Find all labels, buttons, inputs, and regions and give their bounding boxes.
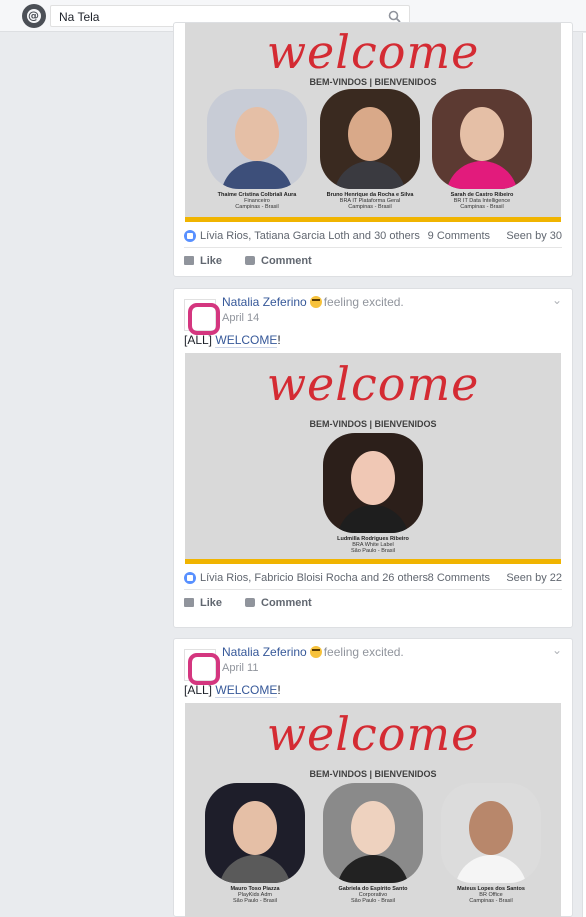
welcome-hashtag-link[interactable]: WELCOME xyxy=(215,333,278,348)
post-header: Natalia Zeferino feeling excited. April 1… xyxy=(174,289,572,335)
person-photo xyxy=(432,89,532,189)
person-card: Bruno Henrique da Rocha e Silva BRA IT P… xyxy=(320,89,420,210)
thumbs-up-icon xyxy=(184,256,194,265)
comment-label: Comment xyxy=(261,597,312,609)
post-actions: Like Comment xyxy=(184,590,562,614)
welcome-subtitle: BEM-VINDOS | BIENVENIDOS xyxy=(309,419,437,429)
person-photo xyxy=(207,89,307,189)
like-label: Like xyxy=(200,255,223,267)
person-location: Campinas - Brasil xyxy=(235,204,279,210)
person-photo xyxy=(205,783,305,883)
comments-count-link[interactable]: 8 Comments xyxy=(428,572,490,584)
post-text: [ALL] WELCOME! xyxy=(174,333,572,353)
person-location: São Paulo - Brasil xyxy=(350,548,396,554)
welcome-image[interactable]: welcome BEM-VINDOS | BIENVENIDOS Ludmill… xyxy=(185,353,561,564)
text-suffix: ! xyxy=(277,683,281,697)
author-name-link[interactable]: Natalia Zeferino xyxy=(222,295,307,309)
person-photo xyxy=(441,783,541,883)
person-location: São Paulo - Brasil xyxy=(350,898,396,904)
welcome-subtitle: BEM-VINDOS | BIENVENIDOS xyxy=(309,77,437,87)
avatar[interactable] xyxy=(184,299,220,335)
person-card: Ludmilla Rodrigues Ribeiro BRA White Lab… xyxy=(323,433,423,554)
feeling-text: feeling excited. xyxy=(323,295,404,309)
comment-icon xyxy=(245,256,255,265)
thumbs-up-icon xyxy=(184,598,194,607)
author-name-link[interactable]: Natalia Zeferino xyxy=(222,645,307,659)
comment-icon xyxy=(245,598,255,607)
likers-link[interactable]: Lívia Rios, Tatiana Garcia Loth and 30 o… xyxy=(200,230,420,242)
like-reaction-icon xyxy=(184,572,196,584)
post-date-link[interactable]: April 14 xyxy=(222,312,259,324)
welcome-title: welcome xyxy=(266,707,480,761)
author-line: Natalia Zeferino feeling excited. xyxy=(222,295,404,309)
person-photo xyxy=(323,433,423,533)
text-prefix: [ALL] xyxy=(184,333,213,347)
welcome-image[interactable]: welcome BEM-VINDOS | BIENVENIDOS Thaime … xyxy=(185,23,561,222)
seen-by-link[interactable]: Seen by 30 xyxy=(506,230,562,242)
welcome-image[interactable]: welcome BEM-VINDOS | BIENVENIDOS Mauro T… xyxy=(185,703,561,917)
person-card: Thaime Cristina Colbriali Aura Financeir… xyxy=(207,89,307,210)
like-reaction-icon xyxy=(184,230,196,242)
welcome-title: welcome xyxy=(266,357,480,411)
chevron-down-icon[interactable]: ⌄ xyxy=(552,293,562,307)
post-card: welcome BEM-VINDOS | BIENVENIDOS Thaime … xyxy=(173,22,573,277)
right-scroll-strip xyxy=(582,33,586,917)
post-text: [ALL] WELCOME! xyxy=(174,683,572,703)
like-button[interactable]: Like xyxy=(184,597,222,609)
post-header: Natalia Zeferino feeling excited. April 1… xyxy=(174,639,572,685)
workplace-logo-icon[interactable]: @ xyxy=(22,4,46,28)
person-location: Campinas - Brasil xyxy=(348,204,392,210)
welcome-title: welcome xyxy=(266,25,480,79)
like-label: Like xyxy=(200,597,223,609)
author-line: Natalia Zeferino feeling excited. xyxy=(222,645,404,659)
comment-button[interactable]: Comment xyxy=(245,255,312,267)
text-suffix: ! xyxy=(277,333,281,347)
seen-by-link[interactable]: Seen by 22 xyxy=(506,572,562,584)
excited-emoji-icon xyxy=(309,646,322,658)
like-button[interactable]: Like xyxy=(184,255,222,267)
text-prefix: [ALL] xyxy=(184,683,213,697)
person-location: Campinas - Brasil xyxy=(469,898,513,904)
person-photo xyxy=(320,89,420,189)
post-card: Natalia Zeferino feeling excited. April 1… xyxy=(173,288,573,628)
welcome-hashtag-link[interactable]: WELCOME xyxy=(215,683,278,698)
person-card: Mauro Toso Piazza PlayKids Adm São Paulo… xyxy=(205,783,305,904)
search-value: Na Tela xyxy=(59,10,100,24)
post-date-link[interactable]: April 11 xyxy=(222,662,258,674)
person-location: São Paulo - Brasil xyxy=(232,898,278,904)
likers-link[interactable]: Lívia Rios, Fabricio Bloisi Rocha and 26… xyxy=(200,572,428,584)
comments-count-link[interactable]: 9 Comments xyxy=(428,230,490,242)
person-card: Mateus Lopes dos Santos BR Office Campin… xyxy=(441,783,541,904)
person-location: Campinas - Brasil xyxy=(460,204,504,210)
person-card: Sarah de Castro Ribeiro BR IT Data Intel… xyxy=(432,89,532,210)
person-card: Gabriela do Espírito Santo Corporativo S… xyxy=(323,783,423,904)
post-card: Natalia Zeferino feeling excited. April 1… xyxy=(173,638,573,917)
comment-button[interactable]: Comment xyxy=(245,597,312,609)
comment-label: Comment xyxy=(261,255,312,267)
post-stats: Lívia Rios, Tatiana Garcia Loth and 30 o… xyxy=(184,222,562,248)
feeling-text: feeling excited. xyxy=(323,645,404,659)
avatar[interactable] xyxy=(184,649,220,685)
excited-emoji-icon xyxy=(309,296,322,308)
post-stats: Lívia Rios, Fabricio Bloisi Rocha and 26… xyxy=(184,564,562,590)
post-actions: Like Comment xyxy=(184,248,562,272)
person-photo xyxy=(323,783,423,883)
chevron-down-icon[interactable]: ⌄ xyxy=(552,643,562,657)
welcome-subtitle: BEM-VINDOS | BIENVENIDOS xyxy=(309,769,437,779)
